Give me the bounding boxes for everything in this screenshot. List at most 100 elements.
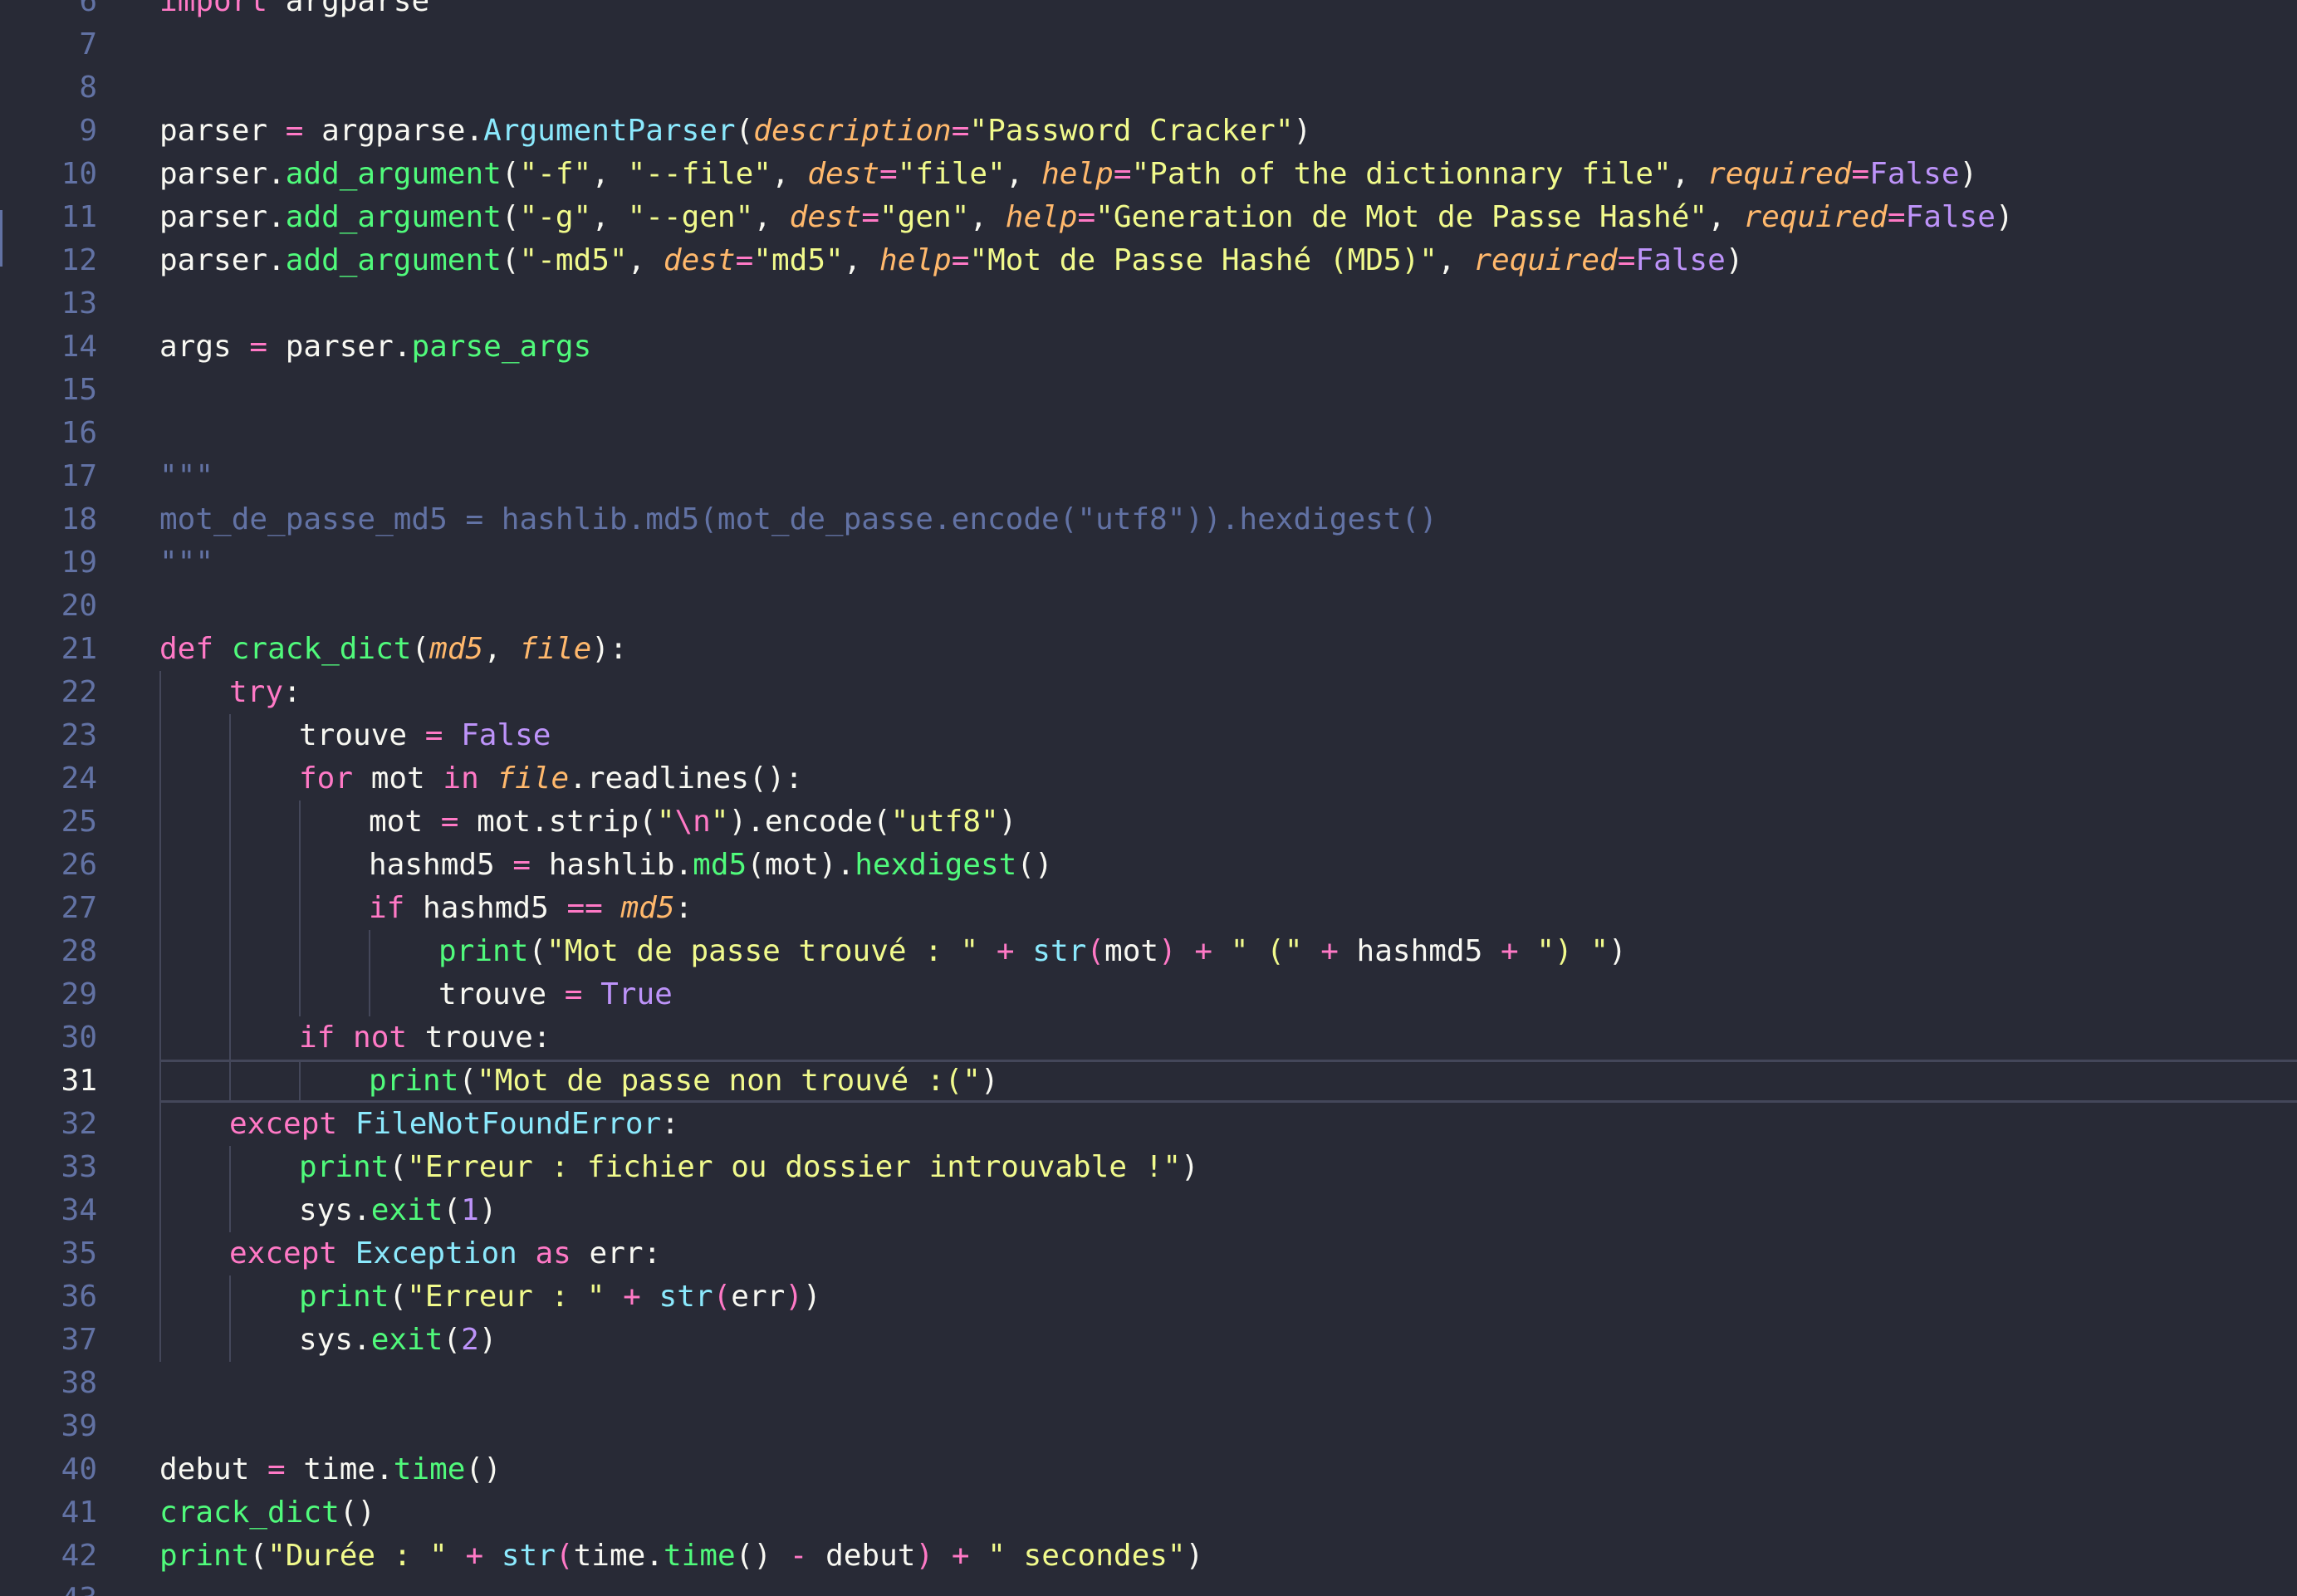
code-text[interactable]: args = parser.parse_args (159, 326, 2297, 369)
code-text[interactable]: mot = mot.strip("\n").encode("utf8") (159, 800, 2297, 844)
code-line[interactable]: 23 trouve = False (0, 714, 2297, 757)
code-line[interactable]: 37 sys.exit(2) (0, 1319, 2297, 1362)
code-line[interactable]: 21 def crack_dict(md5, file): (0, 628, 2297, 671)
code-text[interactable]: parser.add_argument("-f", "--file", dest… (159, 153, 2297, 196)
code-line[interactable]: 13 (0, 282, 2297, 326)
code-line[interactable]: 10 parser.add_argument("-f", "--file", de… (0, 153, 2297, 196)
code-line[interactable]: 29 trouve = True (0, 973, 2297, 1016)
code-text[interactable]: print("Erreur : " + str(err)) (159, 1275, 2297, 1319)
code-line[interactable]: 8 (0, 66, 2297, 110)
code-line[interactable]: 30 if not trouve: (0, 1016, 2297, 1060)
code-line[interactable]: 6 import argparse (0, 0, 2297, 23)
token-op: = (1113, 157, 1132, 191)
code-text[interactable] (159, 282, 2297, 326)
code-line[interactable]: 26 hashmd5 = hashlib.md5(mot).hexdigest() (0, 844, 2297, 887)
indent-guide (159, 887, 161, 930)
indent-guide (299, 1062, 301, 1100)
token-plain: trouve: (407, 1021, 551, 1055)
code-text[interactable]: if hashmd5 == md5: (159, 887, 2297, 930)
token-plain: parser. (159, 200, 286, 234)
code-text[interactable]: except Exception as err: (159, 1232, 2297, 1275)
code-line[interactable]: 20 (0, 585, 2297, 628)
code-text[interactable] (159, 1578, 2297, 1596)
code-line[interactable]: 40 debut = time.time() (0, 1448, 2297, 1491)
code-line[interactable]: 11 parser.add_argument("-g", "--gen", des… (0, 196, 2297, 239)
code-line[interactable]: 27 if hashmd5 == md5: (0, 887, 2297, 930)
code-text[interactable]: trouve = False (159, 714, 2297, 757)
code-text[interactable]: sys.exit(1) (159, 1189, 2297, 1232)
code-text[interactable]: parser = argparse.ArgumentParser(descrip… (159, 110, 2297, 153)
code-text[interactable]: mot_de_passe_md5 = hashlib.md5(mot_de_pa… (159, 498, 2297, 541)
code-text[interactable] (159, 369, 2297, 412)
code-text[interactable]: hashmd5 = hashlib.md5(mot).hexdigest() (159, 844, 2297, 887)
code-line[interactable]: 17 """ (0, 455, 2297, 498)
token-plain: () (339, 1496, 376, 1530)
code-line[interactable]: 43 (0, 1578, 2297, 1596)
code-text[interactable] (159, 1405, 2297, 1448)
code-line[interactable]: 31 print("Mot de passe non trouvé :(") (0, 1060, 2297, 1103)
code-text[interactable]: print("Mot de passe trouvé : " + str(mot… (159, 930, 2297, 973)
token-fn: print (438, 934, 529, 968)
code-line[interactable]: 39 (0, 1405, 2297, 1448)
code-line[interactable]: 19 """ (0, 541, 2297, 585)
code-text[interactable] (159, 66, 2297, 110)
code-line[interactable]: 35 except Exception as err: (0, 1232, 2297, 1275)
code-text[interactable]: print("Erreur : fichier ou dossier intro… (159, 1146, 2297, 1189)
code-text[interactable] (159, 585, 2297, 628)
code-line[interactable]: 38 (0, 1362, 2297, 1405)
code-line[interactable]: 16 (0, 412, 2297, 455)
code-line[interactable]: 12 parser.add_argument("-md5", dest="md5"… (0, 239, 2297, 282)
code-editor[interactable]: 6 import argparse 7 8 9 parser = argparse.Arg… (0, 0, 2297, 1596)
code-line[interactable]: 36 print("Erreur : " + str(err)) (0, 1275, 2297, 1319)
token-op: = (249, 330, 268, 364)
code-text[interactable]: for mot in file.readlines(): (159, 757, 2297, 800)
code-line[interactable]: 7 (0, 23, 2297, 66)
code-text[interactable] (159, 1362, 2297, 1405)
code-line[interactable]: 42 print("Durée : " + str(time.time() - d… (0, 1535, 2297, 1578)
line-number: 22 (61, 675, 97, 709)
code-text[interactable]: """ (159, 455, 2297, 498)
code-text[interactable]: def crack_dict(md5, file): (159, 628, 2297, 671)
code-text[interactable]: print("Mot de passe non trouvé :(") (159, 1060, 2297, 1103)
code-line[interactable]: 25 mot = mot.strip("\n").encode("utf8") (0, 800, 2297, 844)
code-text[interactable]: parser.add_argument("-md5", dest="md5", … (159, 239, 2297, 282)
code-text[interactable]: if not trouve: (159, 1016, 2297, 1060)
code-text[interactable]: except FileNotFoundError: (159, 1103, 2297, 1146)
code-text[interactable]: import argparse (159, 0, 2297, 23)
token-kw: ( (555, 1539, 574, 1573)
code-line[interactable]: 24 for mot in file.readlines(): (0, 757, 2297, 800)
line-number: 40 (61, 1452, 97, 1486)
code-text[interactable]: print("Durée : " + str(time.time() - deb… (159, 1535, 2297, 1578)
code-text[interactable]: """ (159, 541, 2297, 585)
code-line[interactable]: 22 try: (0, 671, 2297, 714)
code-line[interactable]: 33 print("Erreur : fichier ou dossier int… (0, 1146, 2297, 1189)
code-line[interactable]: 32 except FileNotFoundError: (0, 1103, 2297, 1146)
code-line[interactable]: 18 mot_de_passe_md5 = hashlib.md5(mot_de_… (0, 498, 2297, 541)
line-number: 36 (61, 1280, 97, 1314)
code-line[interactable]: 41 crack_dict() (0, 1491, 2297, 1535)
code-text[interactable]: trouve = True (159, 973, 2297, 1016)
token-plain: , (1707, 200, 1744, 234)
code-line[interactable]: 15 (0, 369, 2297, 412)
line-number: 39 (61, 1409, 97, 1443)
indent-guide (299, 844, 301, 887)
code-line[interactable]: 14 args = parser.parse_args (0, 326, 2297, 369)
code-text[interactable]: debut = time.time() (159, 1448, 2297, 1491)
code-text[interactable]: sys.exit(2) (159, 1319, 2297, 1362)
code-text[interactable]: try: (159, 671, 2297, 714)
token-param: file (497, 761, 570, 796)
code-text[interactable] (159, 412, 2297, 455)
code-line[interactable]: 28 print("Mot de passe trouvé : " + str(m… (0, 930, 2297, 973)
token-plain: mot (353, 761, 443, 796)
code-text[interactable]: crack_dict() (159, 1491, 2297, 1535)
token-plain: ) (998, 805, 1017, 839)
token-op: + (1500, 934, 1519, 968)
code-line[interactable]: 9 parser = argparse.ArgumentParser(descri… (0, 110, 2297, 153)
code-text[interactable]: parser.add_argument("-g", "--gen", dest=… (159, 196, 2297, 239)
line-number: 32 (61, 1107, 97, 1141)
token-op: + (465, 1539, 484, 1573)
code-text[interactable] (159, 23, 2297, 66)
code-line[interactable]: 34 sys.exit(1) (0, 1189, 2297, 1232)
